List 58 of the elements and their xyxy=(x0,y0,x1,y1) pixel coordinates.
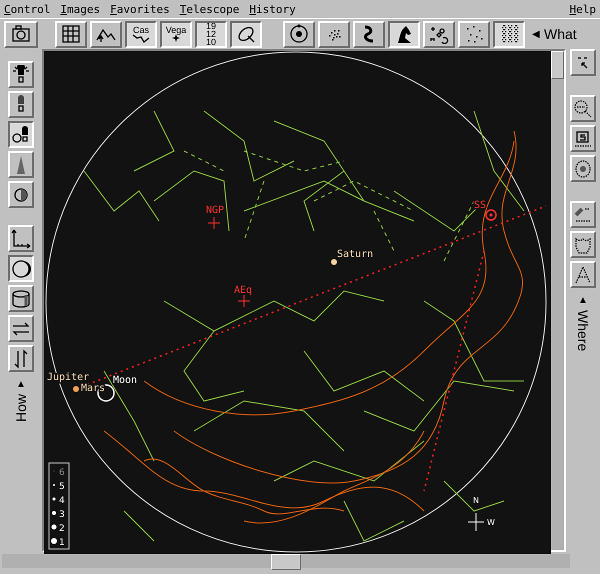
bright-lightbulb-icon xyxy=(11,64,31,84)
magnitude-legend-entry: 3 xyxy=(52,510,65,520)
menu-item[interactable]: History xyxy=(249,2,296,16)
magnitude-labels: 19 12 10 xyxy=(206,22,216,46)
menu-item[interactable]: Help xyxy=(570,2,596,16)
toolbar-button[interactable] xyxy=(493,20,525,48)
noise-texture-icon xyxy=(499,24,519,44)
menu-item[interactable]: Control xyxy=(4,2,50,16)
scrollbar-thumb[interactable] xyxy=(271,554,301,570)
scattered-stars-icon xyxy=(464,24,484,44)
compass-icon xyxy=(468,512,484,532)
zoom-out-icon xyxy=(573,98,593,118)
cylinder-icon xyxy=(11,288,31,308)
planet-label: Saturn xyxy=(337,249,374,260)
toolbar-button[interactable]: Vega xyxy=(160,20,192,48)
compass-west-label: W xyxy=(487,518,495,527)
up-triangle-icon: ▲ xyxy=(16,379,26,390)
magnitude-legend-entry: 6 xyxy=(54,468,65,478)
how-tab[interactable]: ▲ How xyxy=(13,375,29,426)
magnitude-legend-entry: 5 xyxy=(53,482,65,492)
symbols-icon xyxy=(429,24,449,44)
orbit-icon xyxy=(289,24,309,44)
pole-label: NGP xyxy=(206,205,224,216)
dotted-comet-icon xyxy=(573,204,593,224)
magnitude-legend-entry: 1 xyxy=(51,538,65,548)
camera-icon xyxy=(11,24,31,44)
menu-item[interactable]: Images xyxy=(60,2,100,16)
ellipse-icon xyxy=(236,24,256,44)
menu-item[interactable]: Telescope xyxy=(180,2,240,16)
side-toolbar-button[interactable] xyxy=(8,255,34,282)
moon-label: Moon xyxy=(113,375,138,386)
star-name-label: Vega xyxy=(166,26,186,34)
star-icon xyxy=(172,34,180,42)
scrollbar-thumb[interactable] xyxy=(551,51,564,79)
dotted-cluster-icon xyxy=(573,158,593,178)
constellation-icon xyxy=(132,34,150,42)
axes-icon xyxy=(11,228,31,248)
pole-label: AEq xyxy=(234,285,252,296)
toolbar-button[interactable]: 19 12 10 xyxy=(195,20,227,48)
magnitude-legend-entry: 2 xyxy=(52,524,65,534)
toolbar-button[interactable] xyxy=(230,20,262,48)
constellation-label: Cas xyxy=(132,26,149,34)
compass-north-label: N xyxy=(473,496,479,505)
left-triangle-icon: ◀ xyxy=(532,28,540,40)
menu-item[interactable]: Favorites xyxy=(110,2,170,16)
up-triangle-icon: ▲ xyxy=(578,295,588,306)
magnitude-legend-entry: 4 xyxy=(52,496,65,506)
face-lightbulb-icon xyxy=(11,124,31,144)
side-toolbar-button[interactable] xyxy=(8,121,34,148)
toolbar-button[interactable]: Cas xyxy=(125,20,157,48)
grid-icon xyxy=(61,24,81,44)
framed-object-icon xyxy=(573,128,593,148)
where-tab[interactable]: ▲ Where xyxy=(575,291,591,356)
dotted-letter-icon xyxy=(573,264,593,284)
toolbar-button[interactable] xyxy=(388,20,420,48)
what-tab[interactable]: ◀ What xyxy=(528,26,581,42)
moon-phase-icon xyxy=(11,258,31,278)
pointer-icon xyxy=(577,56,589,70)
